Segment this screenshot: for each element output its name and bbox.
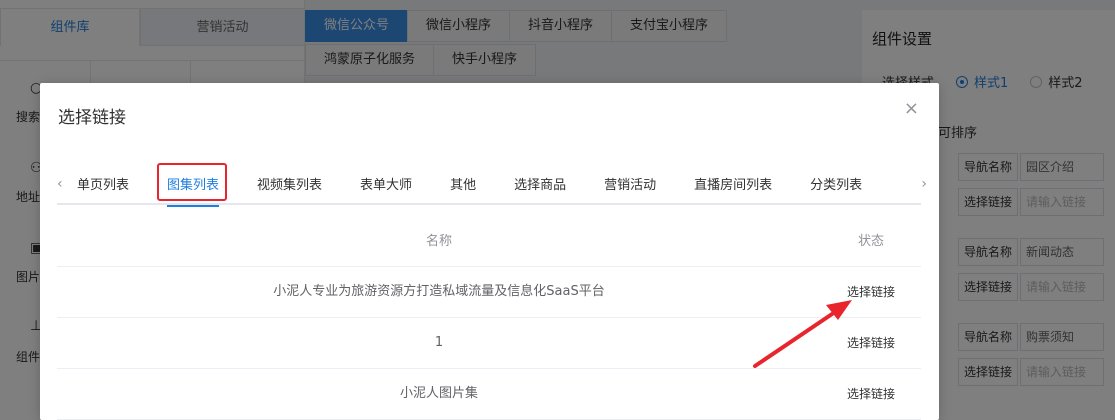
chevron-right-icon[interactable]: › xyxy=(921,176,927,192)
tab-other[interactable]: 其他 xyxy=(450,167,476,205)
table-header: 名称 状态 xyxy=(57,217,921,267)
column-header-name: 名称 xyxy=(425,234,452,249)
tab-gallery-list[interactable]: 图集列表 xyxy=(167,167,220,207)
table-row: 1 选择链接 xyxy=(57,318,921,369)
table-row: 小泥人专业为旅游资源方打造私域流量及信息化SaaS平台 选择链接 xyxy=(57,267,921,318)
select-link-button[interactable]: 选择链接 xyxy=(847,285,895,299)
link-type-tabs: ‹ 单页列表 图集列表 视频集列表 表单大师 其他 选择商品 营销活动 直播房间… xyxy=(57,167,927,207)
chevron-left-icon[interactable]: ‹ xyxy=(57,176,63,192)
dialog-title: 选择链接 xyxy=(58,108,126,128)
select-link-button[interactable]: 选择链接 xyxy=(847,387,895,401)
table-row: 小泥人图片集 选择链接 xyxy=(57,369,921,420)
gallery-table: 名称 状态 小泥人专业为旅游资源方打造私域流量及信息化SaaS平台 选择链接 1… xyxy=(57,217,921,420)
tab-select-product[interactable]: 选择商品 xyxy=(514,167,566,205)
row-name: 1 xyxy=(434,335,444,350)
close-icon[interactable]: × xyxy=(904,99,919,119)
tab-live-room-list[interactable]: 直播房间列表 xyxy=(694,167,772,205)
row-name: 小泥人图片集 xyxy=(399,386,478,401)
select-link-button[interactable]: 选择链接 xyxy=(847,336,895,350)
tab-single-page-list[interactable]: 单页列表 xyxy=(77,167,129,205)
column-header-status: 状态 xyxy=(857,234,884,249)
row-name: 小泥人专业为旅游资源方打造私域流量及信息化SaaS平台 xyxy=(273,284,605,299)
tab-category-list[interactable]: 分类列表 xyxy=(810,167,862,205)
tab-form-master[interactable]: 表单大师 xyxy=(360,167,412,205)
tab-video-collection-list[interactable]: 视频集列表 xyxy=(257,167,322,205)
select-link-dialog: 选择链接 × ‹ 单页列表 图集列表 视频集列表 表单大师 其他 选择商品 营销… xyxy=(40,83,939,420)
tab-marketing-activity[interactable]: 营销活动 xyxy=(604,167,656,205)
